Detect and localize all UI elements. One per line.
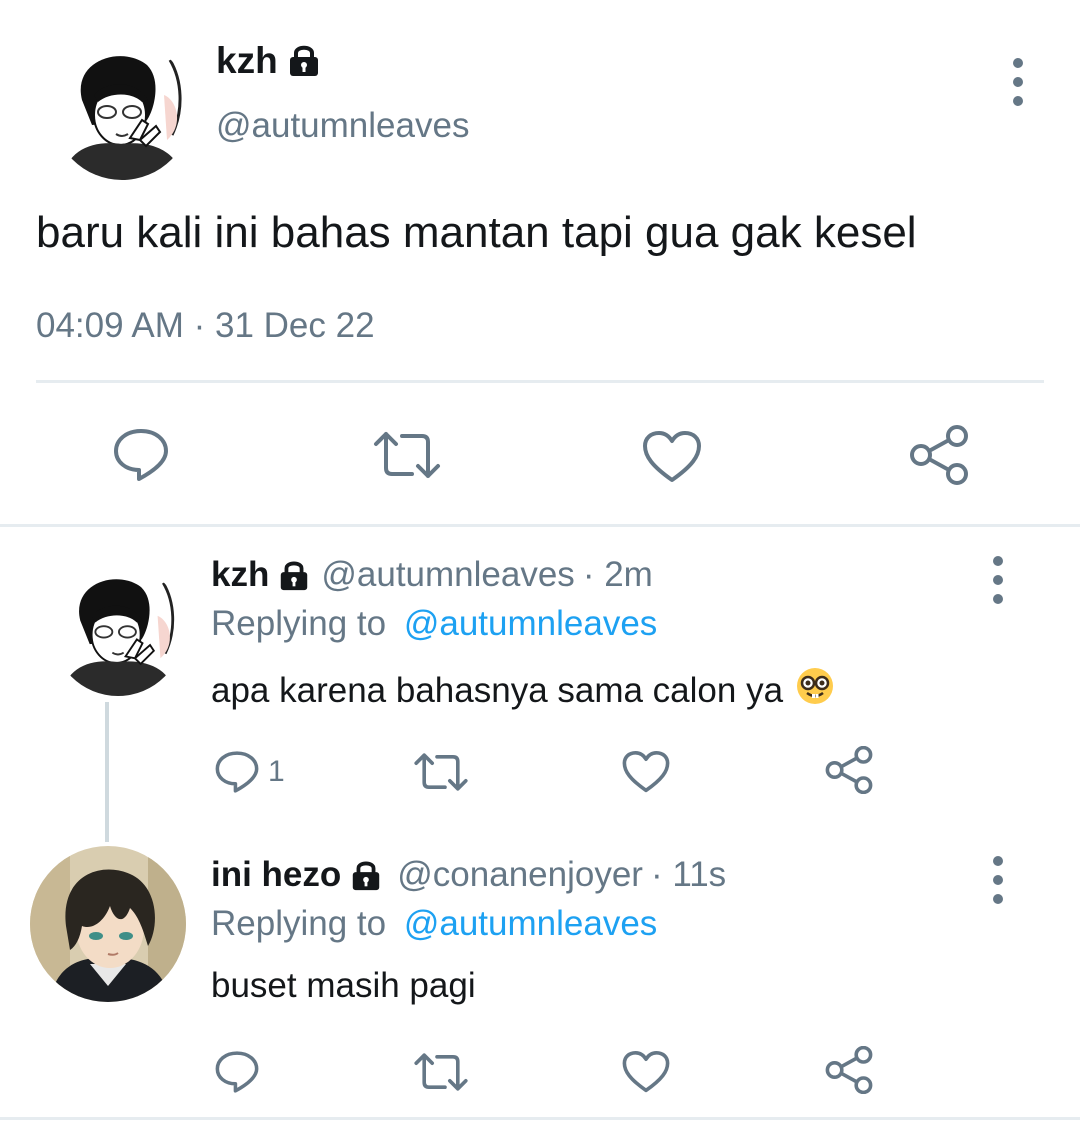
reply2-replying-label: Replying to <box>211 904 387 943</box>
lock-icon <box>349 858 383 892</box>
reply2-header: ini hezo @conanenjoyer · 11s <box>211 855 726 895</box>
main-tweet-text: baru kali ini bahas mantan tapi gua gak … <box>36 208 917 257</box>
reply1-header: kzh @autumnleaves · 2m <box>211 555 653 595</box>
reply1-like-icon[interactable] <box>622 750 670 794</box>
reply1-share-icon[interactable] <box>824 746 874 794</box>
reply2-like-icon[interactable] <box>622 1050 670 1094</box>
main-divider <box>36 380 1044 383</box>
thread-connector-line <box>105 702 109 842</box>
reply1-more-options-icon[interactable] <box>978 556 1018 604</box>
main-tweet-timestamp[interactable]: 04:09 AM · 31 Dec 22 <box>36 306 375 346</box>
reply2-author-name[interactable]: ini hezo <box>211 855 341 895</box>
reply2-author-handle[interactable]: @conanenjoyer <box>397 855 643 895</box>
reply1-time[interactable]: · 2m <box>583 555 653 595</box>
main-author-handle[interactable]: @autumnleaves <box>216 106 469 146</box>
reply1-text: apa karena bahasnya sama calon ya <box>211 670 784 710</box>
reply1-author-handle[interactable]: @autumnleaves <box>321 555 574 595</box>
reply2-reply-icon[interactable] <box>214 1050 260 1094</box>
reply2-text: buset masih pagi <box>211 966 476 1005</box>
main-author-avatar[interactable] <box>52 40 192 180</box>
main-like-icon[interactable] <box>642 430 702 484</box>
reply-icon <box>214 750 260 794</box>
reply1-author-avatar[interactable] <box>52 564 184 696</box>
reply2-time[interactable]: · 11s <box>651 855 726 895</box>
section-divider <box>0 524 1080 527</box>
reply1-reply-count: 1 <box>268 755 285 788</box>
reply1-author-name[interactable]: kzh <box>211 555 269 595</box>
reply2-retweet-icon[interactable] <box>413 1052 469 1092</box>
main-share-icon[interactable] <box>908 425 970 485</box>
reply1-replying-to: Replying to @autumnleaves <box>211 604 657 644</box>
reply1-reply-button[interactable]: 1 <box>214 750 285 794</box>
lock-icon <box>277 558 311 592</box>
lock-icon <box>286 42 322 78</box>
nerd-face-icon <box>795 666 835 715</box>
reply1-replying-mention[interactable]: @autumnleaves <box>404 604 657 643</box>
reply2-author-avatar[interactable] <box>30 846 186 1002</box>
reply2-share-icon[interactable] <box>824 1046 874 1094</box>
reply2-replying-mention[interactable]: @autumnleaves <box>404 904 657 943</box>
reply1-text-row: apa karena bahasnya sama calon ya 🤓 <box>211 666 835 715</box>
reply1-replying-label: Replying to <box>211 604 387 643</box>
main-more-options-icon[interactable] <box>998 58 1038 106</box>
reply1-retweet-icon[interactable] <box>413 752 469 792</box>
bottom-divider <box>0 1117 1080 1120</box>
reply2-replying-to: Replying to @autumnleaves <box>211 904 657 944</box>
main-retweet-icon[interactable] <box>372 430 442 480</box>
main-author-name[interactable]: kzh <box>216 40 278 82</box>
main-reply-icon[interactable] <box>112 427 170 483</box>
reply2-more-options-icon[interactable] <box>978 856 1018 904</box>
